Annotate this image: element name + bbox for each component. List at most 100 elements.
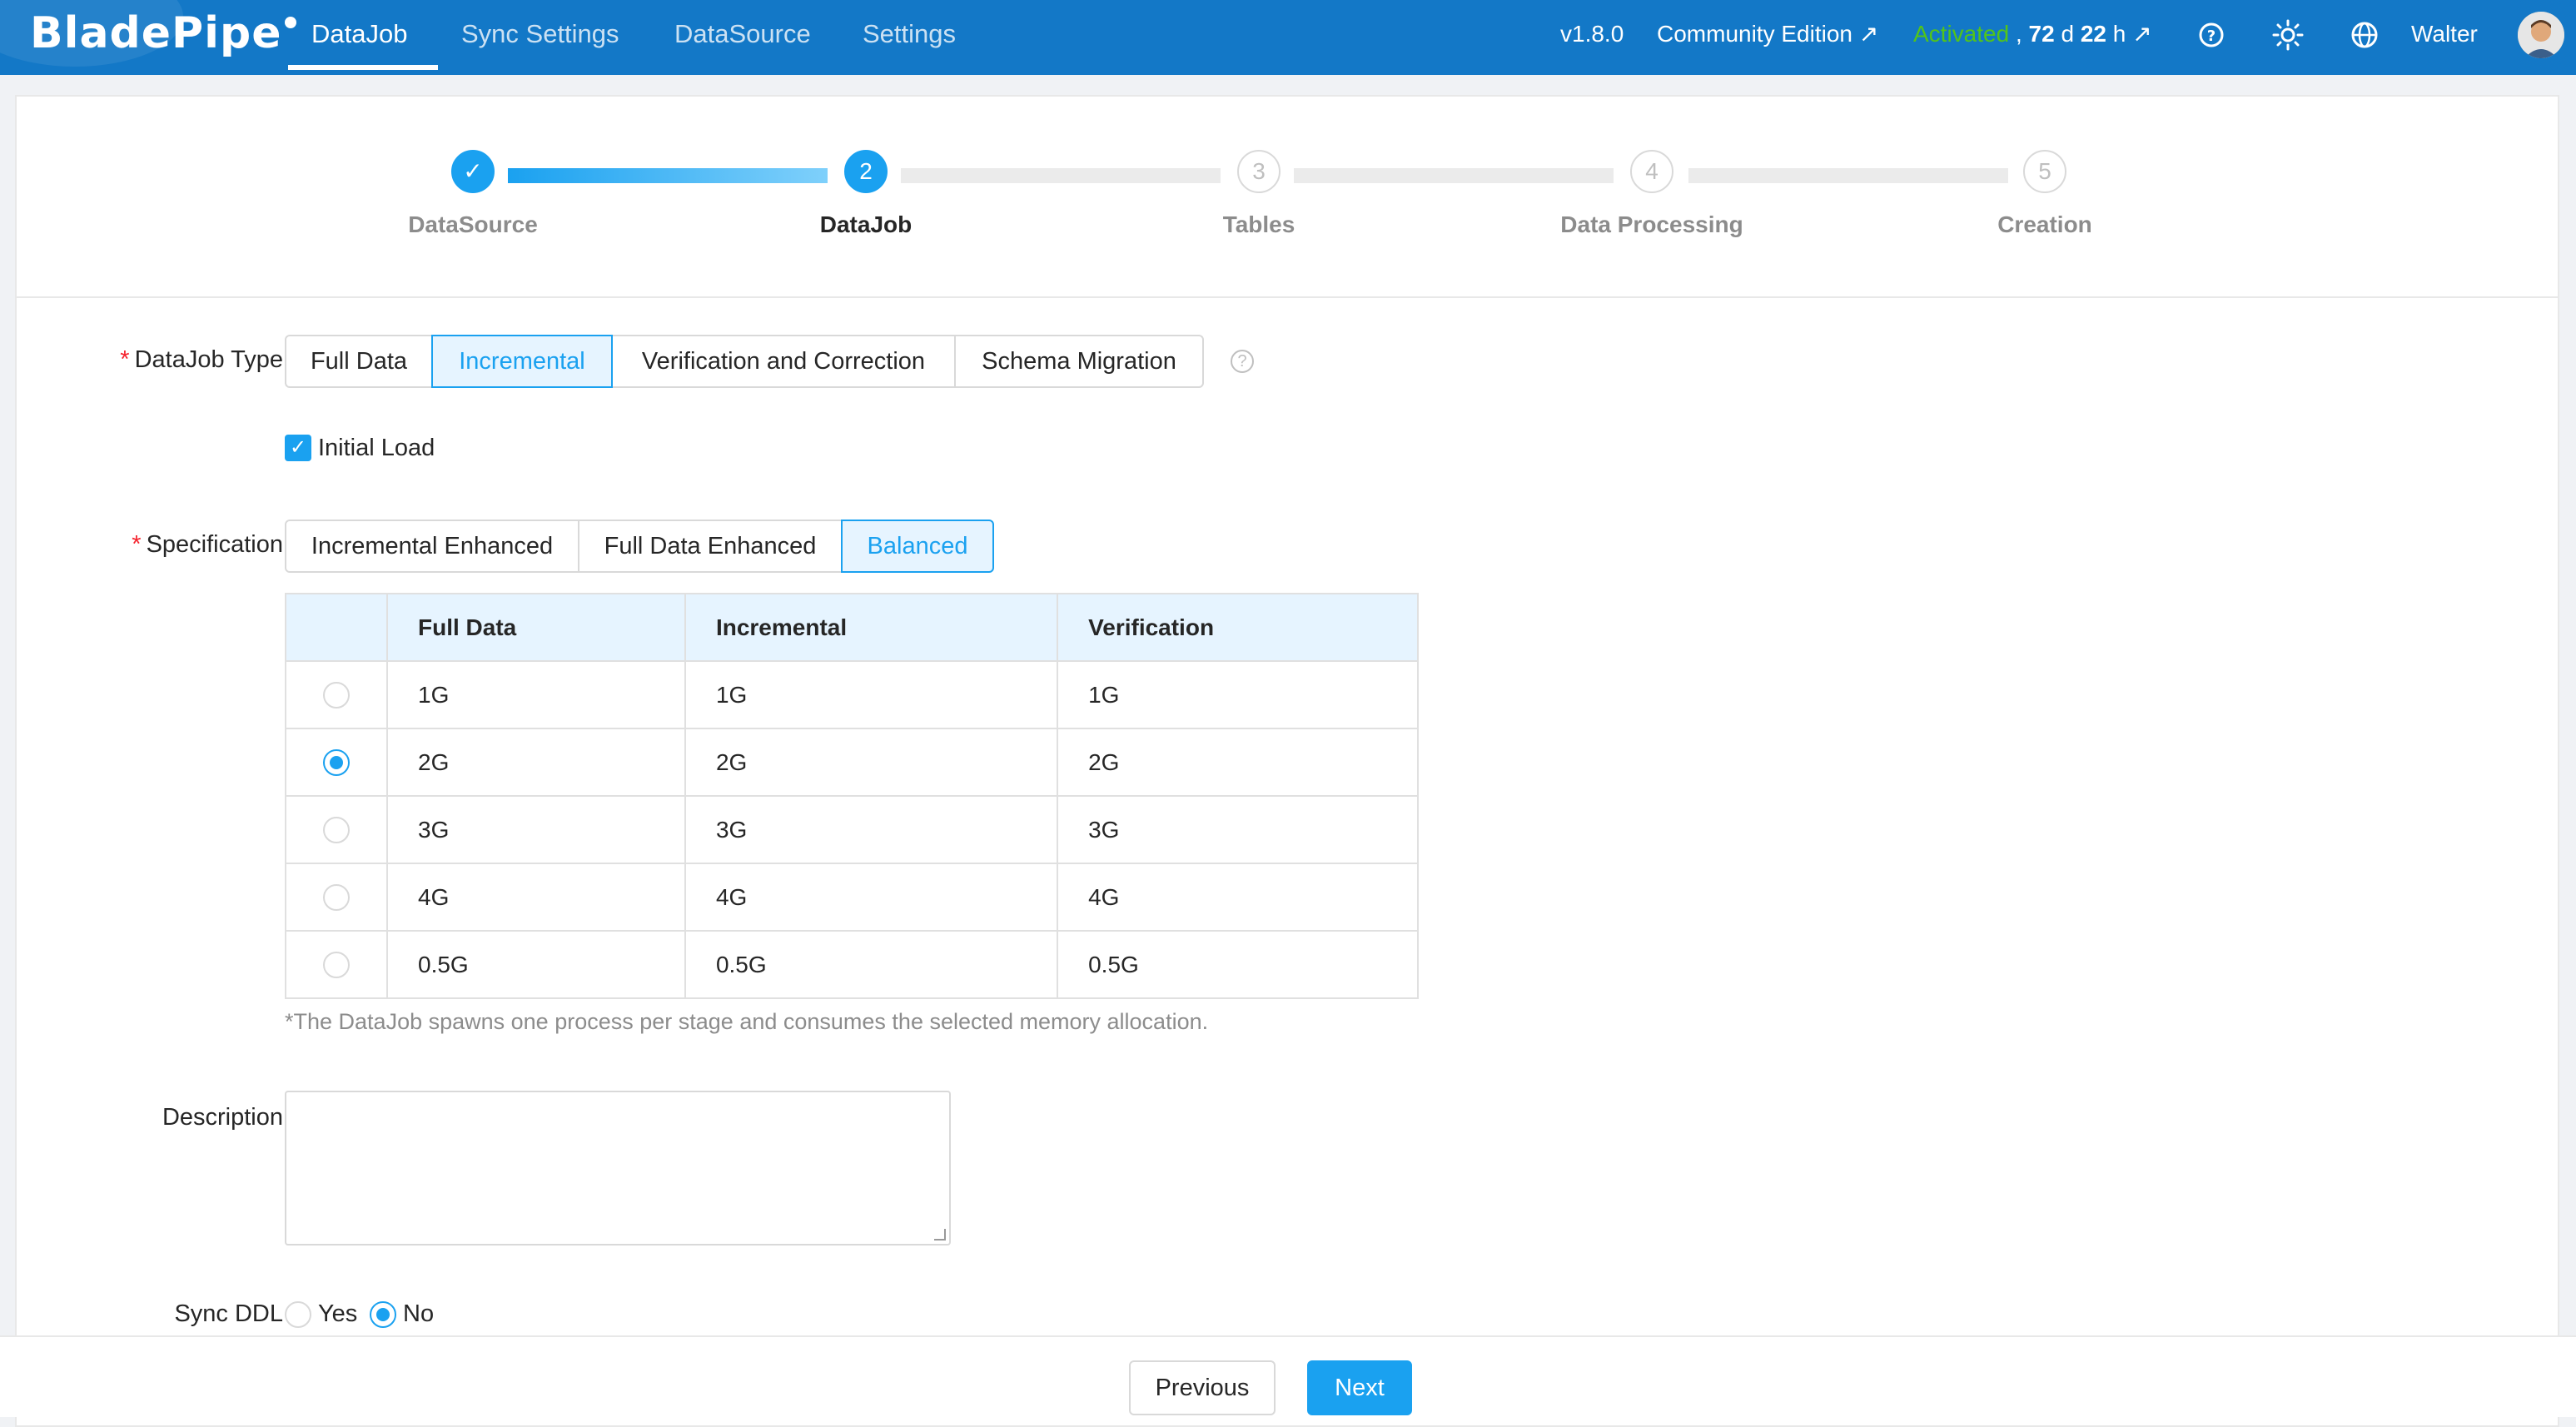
step-5-number: 5: [2023, 150, 2066, 193]
license-days-value: 72: [2028, 21, 2055, 47]
header-select-cell: [285, 593, 388, 662]
table-cell: 1G: [1057, 660, 1419, 729]
datajob-type-help-icon[interactable]: ?: [1231, 350, 1254, 373]
specification-label-text: Specification: [146, 531, 283, 558]
nav-sync-settings[interactable]: Sync Settings: [461, 0, 619, 75]
license-hours-value: 22: [2080, 21, 2106, 47]
help-icon[interactable]: ?: [2195, 18, 2228, 52]
table-cell: 1G: [386, 660, 686, 729]
sync-ddl-yes-radio[interactable]: [285, 1301, 311, 1329]
spec-memory-table: Full Data Incremental Verification 1G 1G…: [285, 593, 1419, 999]
sync-ddl-label: Sync DDL: [174, 1300, 283, 1327]
sync-ddl-no-label: No: [403, 1300, 435, 1327]
sync-ddl-yes-option[interactable]: Yes: [285, 1300, 358, 1329]
top-nav-bar: BladePipe DataJob Sync Settings DataSour…: [0, 0, 2576, 75]
theme-sun-icon[interactable]: [2271, 18, 2305, 52]
spec-balanced-button[interactable]: Balanced: [841, 520, 994, 573]
spec-hint-text: *The DataJob spawns one process per stag…: [285, 1009, 1209, 1034]
required-mark: *: [132, 531, 142, 558]
step-2-number: 2: [844, 150, 888, 193]
description-textarea[interactable]: [285, 1091, 951, 1246]
edition-link[interactable]: Community Edition ↗: [1657, 0, 1878, 75]
row-radio[interactable]: [323, 682, 350, 709]
table-row[interactable]: 1G 1G 1G: [285, 660, 1419, 729]
row-select-cell: [285, 795, 388, 864]
specification-label: * Specification: [17, 531, 283, 559]
nav-datasource[interactable]: DataSource: [674, 0, 811, 75]
table-row[interactable]: 4G 4G 4G: [285, 863, 1419, 932]
table-cell: 0.5G: [684, 930, 1059, 999]
app-logo[interactable]: BladePipe: [30, 3, 297, 63]
step-label-creation: Creation: [1997, 211, 2092, 237]
license-status[interactable]: Activated , 72 d 22 h ↗: [1913, 0, 2152, 75]
table-cell: 2G: [1057, 728, 1419, 797]
table-row[interactable]: 0.5G 0.5G 0.5G: [285, 930, 1419, 999]
row-radio[interactable]: [323, 884, 350, 912]
table-cell: 2G: [684, 728, 1059, 797]
step-label-datasource: DataSource: [408, 211, 538, 237]
table-cell: 3G: [386, 795, 686, 864]
header-full-data: Full Data: [386, 593, 686, 662]
step-label-datajob: DataJob: [819, 211, 913, 237]
spec-incremental-enhanced-button[interactable]: Incremental Enhanced: [285, 520, 579, 573]
license-separator: ,: [2015, 21, 2022, 47]
logo-dot: [285, 17, 297, 28]
table-row[interactable]: 3G 3G 3G: [285, 795, 1419, 864]
row-select-cell: [285, 728, 388, 797]
table-cell: 0.5G: [386, 930, 686, 999]
step-3-number: 3: [1237, 150, 1281, 193]
step-connector-1: [508, 168, 828, 183]
step-progress: ✓ 2 3 4 5 DataSource DataJob Tables Data…: [17, 97, 2558, 298]
user-avatar[interactable]: [2518, 12, 2564, 58]
table-cell: 4G: [386, 863, 686, 932]
version-label: v1.8.0: [1560, 21, 1624, 47]
row-select-cell: [285, 930, 388, 999]
row-radio[interactable]: [323, 749, 350, 777]
table-cell: 3G: [684, 795, 1059, 864]
datajob-type-label-text: DataJob Type: [134, 346, 283, 373]
svg-text:?: ?: [2207, 27, 2215, 45]
table-cell: 3G: [1057, 795, 1419, 864]
step-4-number: 4: [1630, 150, 1673, 193]
step-label-data-processing: Data Processing: [1560, 211, 1743, 237]
initial-load-label[interactable]: Initial Load: [318, 435, 435, 462]
sync-ddl-yes-label: Yes: [318, 1300, 358, 1327]
table-cell: 4G: [1057, 863, 1419, 932]
user-name[interactable]: Walter: [2411, 0, 2478, 75]
datajob-type-label: * DataJob Type: [17, 346, 283, 374]
row-select-cell: [285, 863, 388, 932]
license-hours-unit: h ↗: [2112, 21, 2152, 47]
nav-settings[interactable]: Settings: [863, 0, 956, 75]
row-select-cell: [285, 660, 388, 729]
table-cell: 4G: [684, 863, 1059, 932]
row-radio[interactable]: [323, 817, 350, 844]
type-incremental-button[interactable]: Incremental: [431, 335, 613, 388]
sync-ddl-no-option[interactable]: No: [370, 1300, 435, 1329]
table-cell: 1G: [684, 660, 1059, 729]
app-logo-text: BladePipe: [30, 8, 282, 58]
type-schema-migration-button[interactable]: Schema Migration: [954, 335, 1204, 388]
next-button[interactable]: Next: [1307, 1360, 1412, 1415]
row-radio[interactable]: [323, 952, 350, 979]
table-row[interactable]: 2G 2G 2G: [285, 728, 1419, 797]
step-connector-2: [901, 168, 1221, 183]
resize-handle-icon[interactable]: [934, 1229, 946, 1241]
table-cell: 0.5G: [1057, 930, 1419, 999]
header-incremental: Incremental: [684, 593, 1059, 662]
step-connector-3: [1294, 168, 1614, 183]
type-full-data-button[interactable]: Full Data: [285, 335, 433, 388]
step-connector-4: [1688, 168, 2008, 183]
footer-actions: Previous Next: [0, 1335, 2576, 1417]
avatar-image: [2518, 12, 2564, 58]
globe-icon[interactable]: [2348, 18, 2381, 52]
table-header-row: Full Data Incremental Verification: [285, 593, 1419, 662]
table-cell: 2G: [386, 728, 686, 797]
type-verification-button[interactable]: Verification and Correction: [611, 335, 956, 388]
spec-full-data-enhanced-button[interactable]: Full Data Enhanced: [578, 520, 843, 573]
initial-load-checkbox[interactable]: ✓: [285, 435, 311, 461]
license-days-unit: d: [2061, 21, 2075, 47]
nav-datajob[interactable]: DataJob: [311, 0, 407, 75]
sync-ddl-no-radio[interactable]: [370, 1301, 396, 1329]
step-label-tables: Tables: [1222, 211, 1295, 237]
previous-button[interactable]: Previous: [1129, 1360, 1276, 1415]
